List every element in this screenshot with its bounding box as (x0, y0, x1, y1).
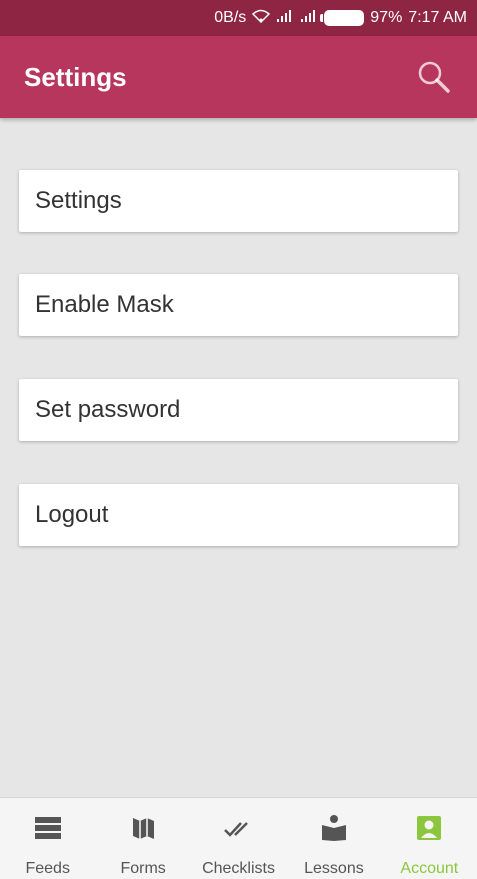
bottom-navigation: Feeds Forms Checklists Lessons Account (0, 797, 477, 879)
logout-item[interactable]: Logout (19, 484, 458, 546)
map-icon (128, 814, 158, 842)
nav-checklists[interactable]: Checklists (191, 798, 286, 879)
nav-forms[interactable]: Forms (95, 798, 190, 879)
nav-account[interactable]: Account (382, 798, 477, 879)
nav-lessons-label: Lessons (304, 860, 364, 877)
feeds-icon (33, 814, 63, 842)
battery-icon (320, 10, 365, 26)
reader-icon (319, 814, 349, 842)
nav-checklists-label: Checklists (202, 860, 275, 877)
account-icon (415, 814, 443, 842)
signal-icon-1 (276, 9, 294, 28)
set-password-label: Set password (35, 396, 181, 423)
battery-percent: 97% (370, 9, 403, 26)
nav-lessons[interactable]: Lessons (286, 798, 381, 879)
nav-feeds-label: Feeds (25, 860, 70, 877)
nav-feeds[interactable]: Feeds (0, 798, 95, 879)
set-password-item[interactable]: Set password (19, 379, 458, 441)
page-title: Settings (24, 62, 127, 92)
settings-item-label: Settings (35, 187, 122, 214)
double-check-icon (222, 814, 256, 842)
nav-forms-label: Forms (120, 860, 166, 877)
clock: 7:17 AM (408, 9, 467, 26)
status-bar: 0B/s 97% 7:17 AM (0, 0, 477, 36)
search-icon[interactable] (417, 60, 451, 94)
enable-mask-item[interactable]: Enable Mask (19, 274, 458, 336)
logout-label: Logout (35, 501, 109, 528)
settings-item[interactable]: Settings (19, 170, 458, 232)
network-speed: 0B/s (214, 9, 247, 26)
enable-mask-label: Enable Mask (35, 291, 174, 318)
nav-account-label: Account (400, 860, 459, 877)
signal-icon-2 (300, 9, 318, 28)
wifi-icon (252, 9, 271, 28)
app-bar: Settings (0, 36, 477, 118)
settings-list: Settings Enable Mask Set password Logout (0, 118, 477, 798)
status-indicators: 0B/s 97% 7:17 AM (214, 0, 467, 36)
